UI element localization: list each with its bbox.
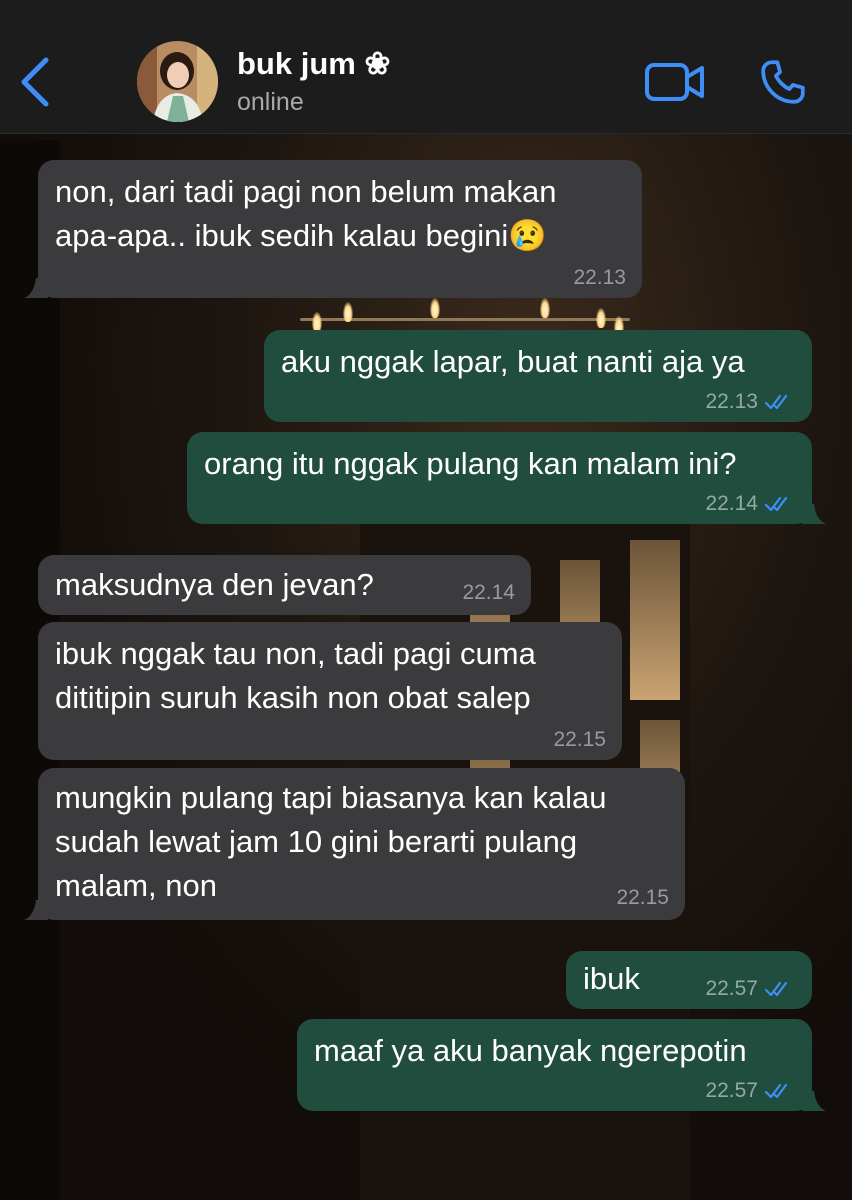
bubble-tail <box>24 900 48 920</box>
message-text: non, dari tadi pagi non belum makan apa-… <box>55 174 557 253</box>
message-text: aku nggak lapar, buat nanti aja ya <box>281 344 745 379</box>
message-bubble-outgoing[interactable]: maaf ya aku banyak ngerepotin 22.57 <box>297 1019 826 1111</box>
message-text: orang itu nggak pulang kan malam ini? <box>204 446 737 481</box>
message-bubble-outgoing[interactable]: ibuk 22.57 <box>566 951 812 1009</box>
double-check-icon <box>764 496 788 512</box>
contact-status: online <box>237 88 304 116</box>
message-time: 22.15 <box>553 728 606 751</box>
double-check-icon <box>764 1083 788 1099</box>
message-time: 22.57 <box>705 977 758 1000</box>
message-text: maaf ya aku banyak ngerepotin <box>314 1033 747 1068</box>
message-bubble-incoming[interactable]: maksudnya den jevan? 22.14 <box>38 555 531 615</box>
phone-icon <box>761 60 805 104</box>
message-time: 22.13 <box>705 390 758 413</box>
bubble-tail <box>24 278 48 298</box>
voice-call-button[interactable] <box>758 57 808 107</box>
message-time: 22.15 <box>616 886 669 909</box>
message-time: 22.14 <box>705 492 758 515</box>
bubble-tail <box>802 1091 826 1111</box>
bubble-tail <box>802 504 826 524</box>
double-check-icon <box>764 394 788 410</box>
message-text: ibuk <box>583 961 640 996</box>
chevron-left-icon <box>21 57 49 107</box>
message-text: ibuk nggak tau non, tadi pagi cuma ditit… <box>55 636 536 715</box>
message-time: 22.14 <box>462 581 515 604</box>
message-time: 22.57 <box>705 1079 758 1102</box>
video-camera-icon <box>645 63 704 101</box>
video-call-button[interactable] <box>644 60 706 104</box>
avatar[interactable] <box>137 41 218 122</box>
back-button[interactable] <box>16 56 56 108</box>
message-bubble-incoming[interactable]: non, dari tadi pagi non belum makan apa-… <box>24 160 642 298</box>
chat-header: buk jum ❀ online <box>0 0 852 134</box>
message-text: mungkin pulang tapi biasanya kan kalau s… <box>55 780 607 903</box>
double-check-icon <box>764 981 788 997</box>
message-bubble-outgoing[interactable]: orang itu nggak pulang kan malam ini? 22… <box>187 432 826 524</box>
message-bubble-incoming[interactable]: ibuk nggak tau non, tadi pagi cuma ditit… <box>38 622 622 760</box>
message-time: 22.13 <box>573 266 626 289</box>
message-bubble-outgoing[interactable]: aku nggak lapar, buat nanti aja ya 22.13 <box>264 330 812 422</box>
message-text: maksudnya den jevan? <box>55 567 374 602</box>
message-bubble-incoming[interactable]: mungkin pulang tapi biasanya kan kalau s… <box>24 768 685 920</box>
contact-name[interactable]: buk jum ❀ <box>237 46 390 82</box>
